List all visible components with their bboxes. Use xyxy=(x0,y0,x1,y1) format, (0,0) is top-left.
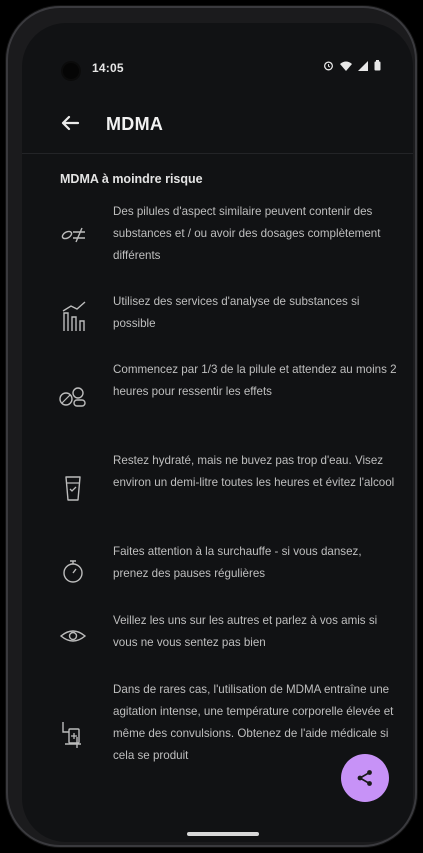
signal-icon xyxy=(358,60,368,71)
battery-icon xyxy=(374,60,381,71)
phone-frame: 14:05 MDMA MDMA à moindre risque Des pil… xyxy=(6,6,417,847)
eye-icon xyxy=(59,630,87,642)
lab-analysis-icon xyxy=(62,301,86,331)
page-title: MDMA xyxy=(106,114,164,134)
tip-text: Faites attention à la surchauffe - si vo… xyxy=(113,545,362,580)
status-icons xyxy=(323,60,381,71)
home-indicator[interactable] xyxy=(187,832,259,836)
status-time: 14:05 xyxy=(92,61,124,75)
back-button[interactable] xyxy=(56,109,84,137)
tip-text: Utilisez des services d'analyse de subst… xyxy=(113,295,360,330)
arrow-back-icon xyxy=(61,115,80,131)
medical-help-icon xyxy=(62,722,81,748)
pills-icon xyxy=(59,387,86,407)
tip-text: Des pilules d'aspect similaire peuvent c… xyxy=(113,205,381,262)
front-camera xyxy=(63,63,79,79)
share-button[interactable] xyxy=(341,754,389,802)
water-glass-icon xyxy=(65,476,81,501)
alarm-icon xyxy=(324,61,333,71)
timer-icon xyxy=(63,560,83,583)
share-icon xyxy=(357,770,372,786)
section-heading: MDMA à moindre risque xyxy=(60,172,203,186)
tip-text: Commencez par 1/3 de la pilule et attend… xyxy=(113,363,397,398)
tip-text: Restez hydraté, mais ne buvez pas trop d… xyxy=(113,454,395,489)
app-bar: MDMA xyxy=(22,95,413,154)
tip-text: Dans de rares cas, l'utilisation de MDMA… xyxy=(113,683,394,762)
wifi-icon xyxy=(340,61,352,71)
not-equal-pill-icon xyxy=(61,227,85,243)
tip-text: Veillez les uns sur les autres et parlez… xyxy=(113,614,378,649)
status-bar: 14:05 xyxy=(22,23,413,85)
screen: 14:05 MDMA MDMA à moindre risque Des pil… xyxy=(22,23,413,842)
